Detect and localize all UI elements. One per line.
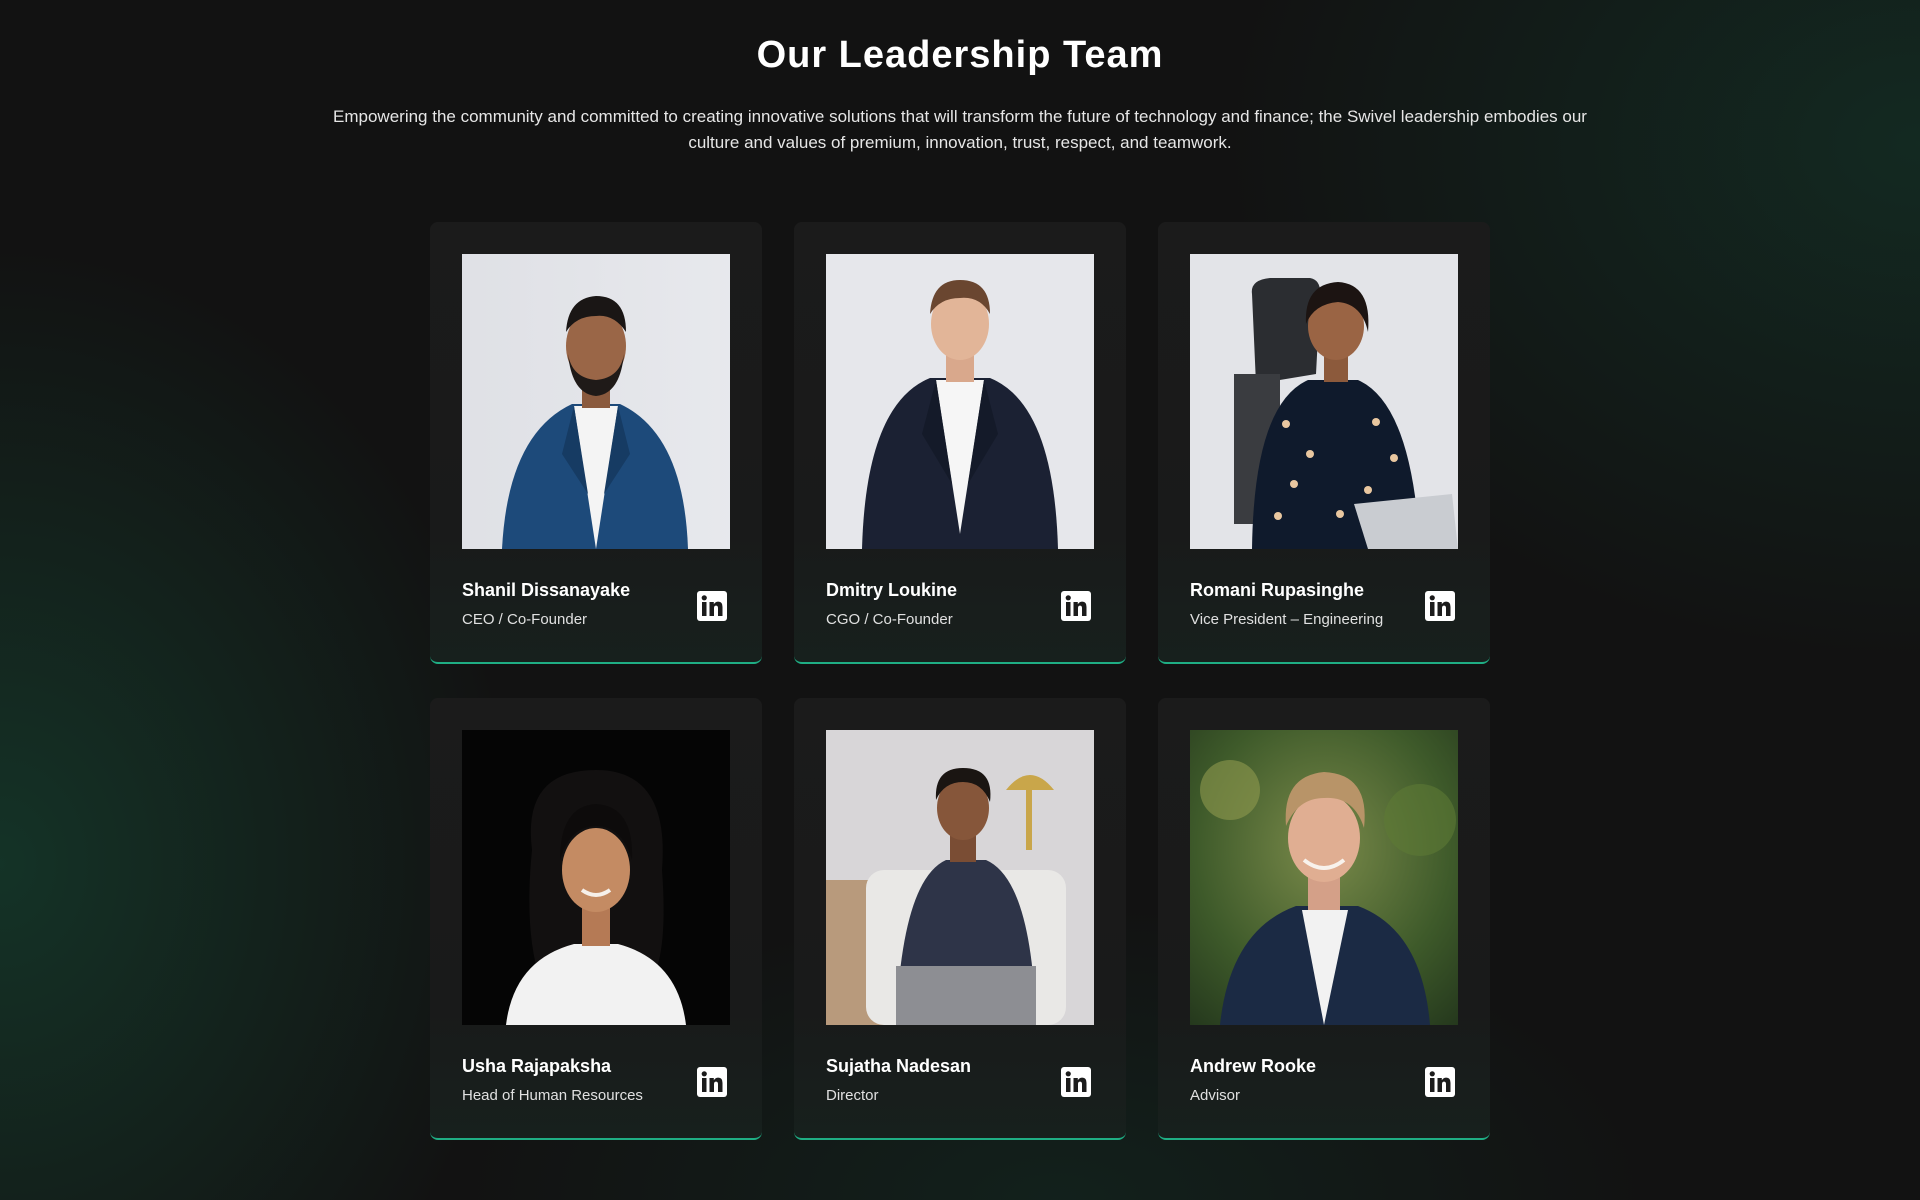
team-member-card: Sujatha Nadesan Director <box>794 698 1126 1140</box>
member-name: Romani Rupasinghe <box>1190 580 1365 600</box>
linkedin-button[interactable] <box>1424 590 1456 622</box>
member-photo <box>1190 254 1458 549</box>
linkedin-icon <box>1425 1067 1455 1097</box>
linkedin-icon <box>1061 591 1091 621</box>
linkedin-button[interactable] <box>696 590 728 622</box>
member-role: Director <box>826 1087 879 1104</box>
portrait-photo <box>1190 254 1458 549</box>
linkedin-icon <box>697 591 727 621</box>
member-role: Vice President – Engineering <box>1190 611 1384 628</box>
linkedin-button[interactable] <box>1060 590 1092 622</box>
member-role: CGO / Co-Founder <box>826 611 953 628</box>
member-name: Usha Rajapaksha <box>462 1056 612 1076</box>
portrait-photo <box>462 254 730 549</box>
linkedin-button[interactable] <box>696 1066 728 1098</box>
portrait-photo <box>1190 730 1458 1025</box>
member-role: Head of Human Resources <box>462 1087 643 1104</box>
linkedin-button[interactable] <box>1424 1066 1456 1098</box>
team-member-card: Andrew Rooke Advisor <box>1158 698 1490 1140</box>
team-member-card: Usha Rajapaksha Head of Human Resources <box>430 698 762 1140</box>
member-name: Shanil Dissanayake <box>462 580 631 600</box>
member-name: Sujatha Nadesan <box>826 1056 972 1076</box>
linkedin-button[interactable] <box>1060 1066 1092 1098</box>
team-grid: Shanil Dissanayake CEO / Co-Founder Dmit… <box>430 222 1491 1140</box>
portrait-photo <box>462 730 730 1025</box>
member-name: Andrew Rooke <box>1190 1056 1317 1076</box>
team-member-card: Shanil Dissanayake CEO / Co-Founder <box>430 222 762 664</box>
section-title: Our Leadership Team <box>756 34 1164 76</box>
team-member-card: Dmitry Loukine CGO / Co-Founder <box>794 222 1126 664</box>
member-role: Advisor <box>1190 1087 1241 1104</box>
team-member-card: Romani Rupasinghe Vice President – Engin… <box>1158 222 1490 664</box>
member-photo <box>462 730 730 1025</box>
member-role: CEO / Co-Founder <box>462 611 588 628</box>
linkedin-icon <box>697 1067 727 1097</box>
portrait-photo <box>826 254 1094 549</box>
member-photo <box>826 730 1094 1025</box>
section-intro: Empowering the community and committed t… <box>333 107 1587 152</box>
portrait-photo <box>826 730 1094 1025</box>
member-photo <box>826 254 1094 549</box>
member-photo <box>1190 730 1458 1025</box>
member-name: Dmitry Loukine <box>826 580 958 600</box>
linkedin-icon <box>1425 591 1455 621</box>
member-photo <box>462 254 730 549</box>
linkedin-icon <box>1061 1067 1091 1097</box>
